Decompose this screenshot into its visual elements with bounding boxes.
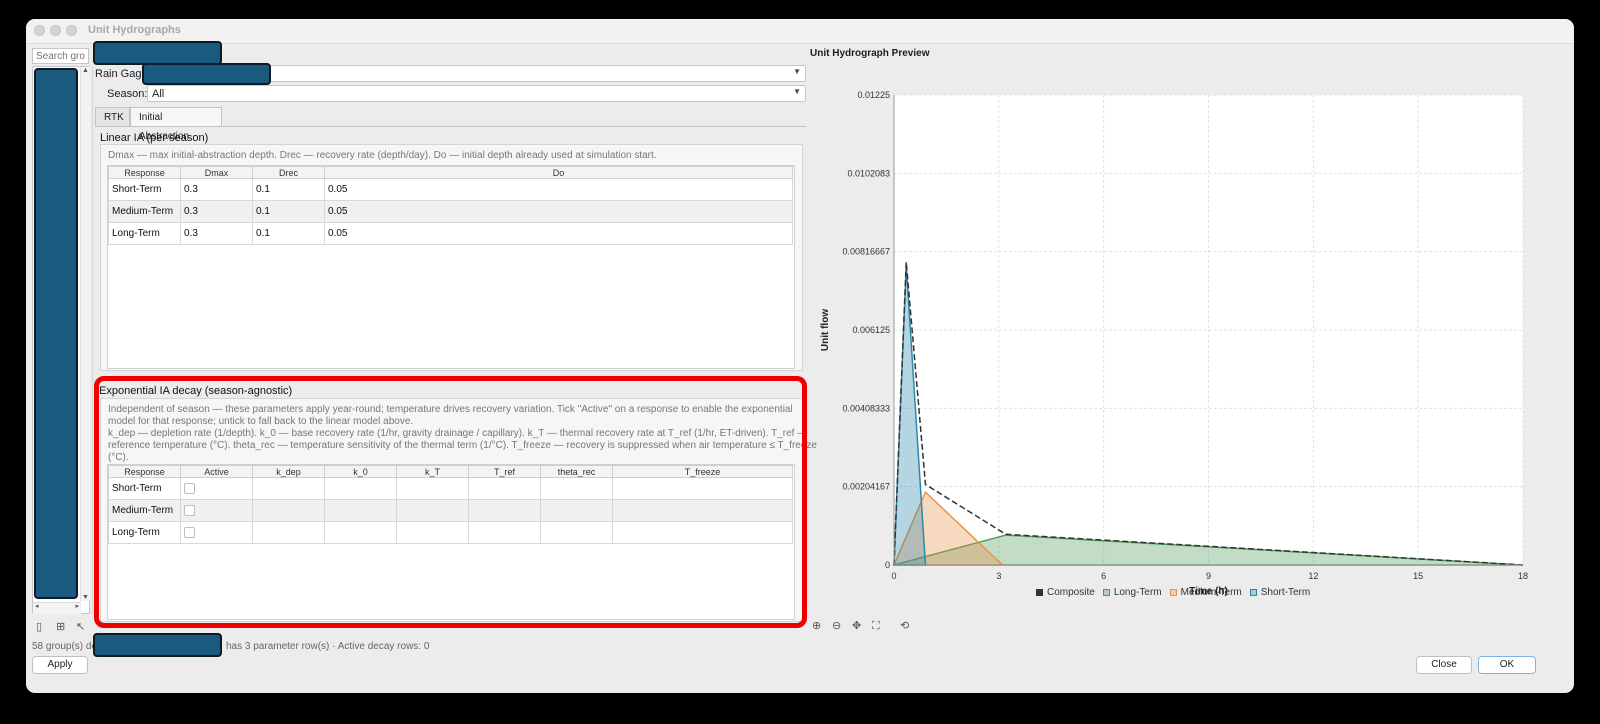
season-label: Season: [107, 88, 148, 100]
chevron-down-icon: ▼ [793, 87, 801, 96]
response-cell: Long-Term [108, 222, 181, 245]
parameter-cell[interactable]: 0.05 [324, 222, 793, 245]
table-row[interactable]: Medium-Term 0.3 0.1 0.05 [108, 200, 793, 223]
tab-initial-abstraction[interactable]: Initial Abstraction [130, 107, 222, 142]
y-tick-label: 0.00204167 [842, 482, 890, 492]
group-list-scrollbar[interactable]: ▲ ▼ [80, 67, 90, 601]
response-cell: Medium-Term [108, 200, 181, 223]
apply-button[interactable]: Apply [32, 656, 88, 674]
legend-label: Medium-Term [1180, 587, 1242, 598]
y-tick-label: 0 [885, 560, 890, 570]
redacted-group-name [93, 41, 222, 65]
redacted-group-list [34, 68, 78, 599]
y-tick-label: 0.00816667 [842, 247, 890, 257]
x-tick-label: 6 [1101, 571, 1106, 581]
linear-ia-table: Response Dmax Drec Do Short-Term 0.3 0.1 0.05 M… [108, 166, 793, 245]
parameter-cell[interactable]: 0.1 [252, 222, 325, 245]
close-button[interactable]: Close [1416, 656, 1472, 674]
parameter-cell[interactable]: 0.3 [180, 200, 253, 223]
close-window-icon[interactable] [34, 25, 45, 36]
season-select[interactable]: All ▼ [147, 85, 806, 102]
legend-label: Short-Term [1260, 587, 1311, 598]
parameter-cell[interactable]: 0.05 [324, 200, 793, 223]
legend-label: Composite [1047, 587, 1095, 598]
reset-view-icon[interactable]: ⟲ [900, 620, 909, 632]
x-tick-label: 12 [1308, 571, 1318, 581]
tab-bar: RTK Initial Abstraction [95, 107, 806, 142]
window-title: Unit Hydrographs [88, 24, 181, 36]
zoom-in-icon[interactable]: ⊕ [812, 620, 821, 632]
zoom-window-icon[interactable] [66, 25, 77, 36]
redacted-status-group [93, 633, 222, 657]
column-header[interactable]: Do [324, 166, 793, 179]
highlight-box [94, 376, 807, 628]
season-value: All [152, 88, 165, 100]
linear-ia-description: Dmax — max initial-abstraction depth. Dr… [108, 150, 657, 161]
legend-swatch [1249, 589, 1257, 596]
y-tick-label: 0.0102083 [847, 168, 890, 178]
parameter-cell[interactable]: 0.3 [180, 222, 253, 245]
legend-item[interactable]: Long-Term [1102, 587, 1162, 598]
status-text: has 3 parameter row(s) · Active decay ro… [226, 641, 430, 652]
table-row[interactable]: Short-Term 0.3 0.1 0.05 [108, 178, 793, 201]
fit-view-icon[interactable]: ⛶ [872, 620, 880, 632]
y-tick-label: 0.01225 [857, 90, 890, 100]
x-tick-label: 0 [891, 571, 896, 581]
y-tick-label: 0.006125 [852, 325, 890, 335]
legend-label: Long-Term [1113, 587, 1162, 598]
splitter[interactable] [92, 66, 93, 614]
chart-legend: Composite Long-Term Medium-Term Short-Term [1036, 587, 1318, 599]
legend-item[interactable]: Composite [1036, 587, 1095, 598]
linear-ia-title: Linear IA (per season) [100, 132, 209, 144]
y-tick-label: 0.00408333 [842, 403, 890, 413]
unit-hydrograph-chart: 0 3 6 9 12 15 18 0 0.00204167 0.00408333 0.006125 0… [820, 90, 1528, 597]
group-list-hscrollbar[interactable]: ◂ ▸ [33, 602, 81, 614]
column-header[interactable]: Dmax [180, 166, 253, 179]
group-search-input[interactable] [32, 48, 89, 64]
column-header[interactable]: Drec [252, 166, 325, 179]
x-tick-label: 18 [1518, 571, 1528, 581]
parameter-cell[interactable]: 0.3 [180, 178, 253, 201]
y-axis-label: Unit flow [820, 309, 831, 351]
parameter-cell[interactable]: 0.1 [252, 178, 325, 201]
ok-button[interactable]: OK [1478, 656, 1536, 674]
x-tick-label: 15 [1413, 571, 1423, 581]
x-tick-label: 3 [996, 571, 1001, 581]
preview-title: Unit Hydrograph Preview [810, 48, 930, 59]
minimize-window-icon[interactable] [50, 25, 61, 36]
legend-swatch [1036, 589, 1043, 596]
legend-swatch [1169, 589, 1177, 596]
response-cell: Short-Term [108, 178, 181, 201]
chevron-down-icon: ▼ [793, 67, 801, 76]
x-tick-label: 9 [1206, 571, 1211, 581]
legend-item[interactable]: Short-Term [1249, 587, 1311, 598]
scroll-down-icon[interactable]: ▼ [81, 594, 90, 601]
new-file-icon[interactable]: ▯ [36, 621, 42, 633]
parameter-cell[interactable]: 0.05 [324, 178, 793, 201]
legend-swatch [1102, 589, 1110, 596]
import-icon[interactable]: ⊞ [56, 621, 65, 633]
column-header[interactable]: Response [108, 166, 181, 179]
zoom-out-icon[interactable]: ⊖ [832, 620, 841, 632]
scroll-left-icon[interactable]: ◂ [35, 602, 39, 610]
table-row[interactable]: Long-Term 0.3 0.1 0.05 [108, 222, 793, 245]
scroll-right-icon[interactable]: ▸ [75, 602, 79, 610]
title-bar: Unit Hydrographs [26, 19, 1574, 44]
unit-hydrographs-window: Unit Hydrographs ▲ ▼ ◂ ▸ ▯ ⊞ ↖ Rain Gage… [26, 19, 1574, 693]
tab-rtk[interactable]: RTK [95, 107, 130, 126]
scroll-up-icon[interactable]: ▲ [81, 67, 90, 74]
status-prefix: 58 group(s) de [32, 641, 98, 652]
pointer-icon[interactable]: ↖ [76, 621, 85, 633]
parameter-cell[interactable]: 0.1 [252, 200, 325, 223]
pan-icon[interactable]: ✥ [852, 620, 861, 632]
legend-item[interactable]: Medium-Term [1169, 587, 1242, 598]
redacted-rain-gage [142, 63, 271, 85]
